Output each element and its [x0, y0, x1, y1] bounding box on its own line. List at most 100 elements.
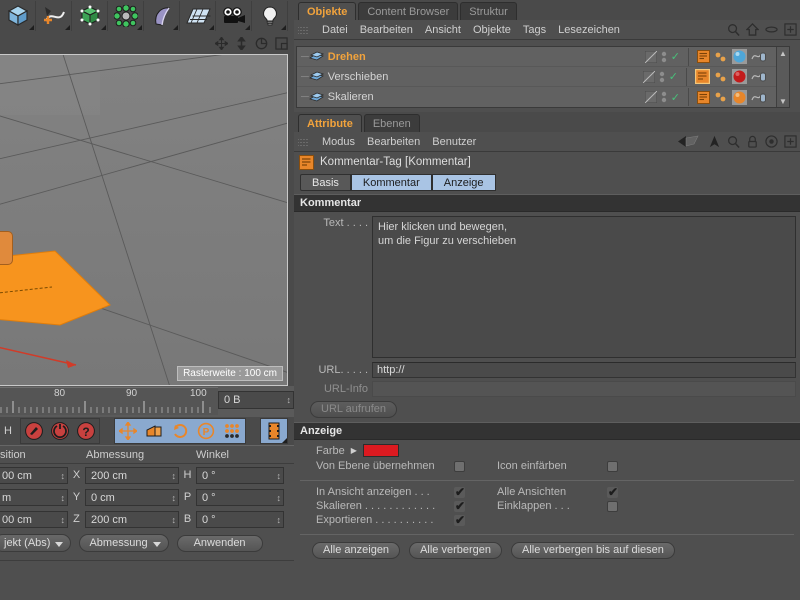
enabled-check-icon[interactable]: ✓: [671, 91, 680, 104]
comment-tag-icon[interactable]: [697, 50, 710, 63]
panel-grip[interactable]: [298, 136, 308, 147]
visibility-toggle-icon[interactable]: [661, 51, 667, 63]
menu-bearbeiten[interactable]: Bearbeiten: [367, 136, 420, 148]
apply-button[interactable]: Anwenden: [176, 534, 263, 552]
angle-h-field[interactable]: 0 °: [196, 466, 284, 484]
scroll-up-arrow[interactable]: ▲: [777, 47, 789, 59]
light-icon[interactable]: [252, 1, 288, 31]
view-layout-icon[interactable]: [275, 36, 288, 50]
exportieren-checkbox[interactable]: [454, 513, 465, 527]
farbe-color-swatch[interactable]: [362, 444, 399, 457]
keyframe-help-icon[interactable]: ?: [73, 419, 99, 443]
object-list-scrollbar[interactable]: ▲ ▼: [776, 47, 789, 107]
table-row[interactable]: ─ Verschieben ✓: [297, 67, 789, 87]
panel-grip[interactable]: [298, 24, 308, 35]
url-info-input[interactable]: [372, 381, 796, 397]
visibility-dots-icon[interactable]: [642, 70, 655, 83]
material-tag-icon[interactable]: [732, 69, 747, 84]
coordinate-mode-dropdown[interactable]: jekt (Abs): [0, 534, 72, 552]
search-icon[interactable]: [727, 135, 740, 148]
texture-dots-icon[interactable]: [714, 91, 728, 103]
menu-tags[interactable]: Tags: [523, 24, 546, 36]
comment-tag-icon-selected[interactable]: [695, 69, 710, 84]
table-row[interactable]: ─ Skalieren ✓: [297, 87, 789, 107]
url-input[interactable]: http://: [372, 362, 796, 378]
icon-einfaerben-checkbox[interactable]: [607, 460, 618, 472]
point-level-icon[interactable]: [219, 419, 245, 443]
tab-content-browser[interactable]: Content Browser: [358, 2, 459, 20]
menu-objekte[interactable]: Objekte: [473, 24, 511, 36]
size-x-field[interactable]: 200 cm: [85, 466, 179, 484]
autokey-icon[interactable]: [47, 419, 73, 443]
chevron-right-icon[interactable]: ▶: [351, 446, 357, 455]
menu-lesezeichen[interactable]: Lesezeichen: [558, 24, 620, 36]
array-icon[interactable]: [108, 1, 144, 31]
plus-icon[interactable]: [784, 23, 797, 36]
position-x-field[interactable]: 00 cm: [0, 466, 68, 484]
position-y-field[interactable]: m: [0, 488, 68, 506]
material-tag-icon[interactable]: [732, 49, 747, 64]
alle-verbergen-bis-auf-diesen-button[interactable]: Alle verbergen bis auf diesen: [511, 542, 675, 559]
eye-icon[interactable]: [765, 23, 778, 36]
angle-b-field[interactable]: 0 °: [196, 510, 284, 528]
subtab-kommentar[interactable]: Kommentar: [350, 174, 432, 191]
record-icon[interactable]: [21, 419, 47, 443]
parameter-key-icon[interactable]: P: [193, 419, 219, 443]
rotation-key-icon[interactable]: [167, 419, 193, 443]
skalieren-checkbox[interactable]: [454, 499, 465, 513]
einklappen-checkbox[interactable]: [607, 500, 618, 512]
visibility-toggle-icon[interactable]: [661, 91, 667, 103]
url-aufrufen-button[interactable]: URL aufrufen: [310, 401, 398, 418]
search-icon[interactable]: [727, 23, 740, 36]
table-row[interactable]: ─ Drehen ✓: [297, 47, 789, 67]
home-icon[interactable]: [746, 23, 759, 36]
dynamics-tag-icon[interactable]: [751, 50, 767, 63]
subtab-basis[interactable]: Basis: [300, 174, 351, 191]
von-ebene-checkbox[interactable]: [454, 460, 465, 472]
menu-ansicht[interactable]: Ansicht: [425, 24, 461, 36]
object-list[interactable]: ─ Drehen ✓ ─ Verschieben ✓ ─ Skalieren ✓…: [296, 46, 790, 108]
spline-pen-icon[interactable]: [36, 1, 72, 31]
target-icon[interactable]: [765, 135, 778, 148]
deformer-grid-icon[interactable]: [180, 1, 216, 31]
rotate-icon[interactable]: [255, 37, 268, 50]
dynamics-tag-icon[interactable]: [751, 70, 767, 83]
alle-ansichten-checkbox[interactable]: [607, 485, 618, 499]
scale-icon[interactable]: [235, 36, 248, 50]
size-z-field[interactable]: 200 cm: [85, 510, 179, 528]
comment-text-area[interactable]: Hier klicken und bewegen, um die Figur z…: [372, 216, 796, 358]
tab-struktur[interactable]: Struktur: [460, 2, 517, 20]
viewport-3d[interactable]: ...egen, ...eren Rasterweite : 100 cm: [0, 54, 288, 386]
texture-dots-icon[interactable]: [714, 71, 728, 83]
visibility-dots-icon[interactable]: [644, 50, 657, 63]
timeline-ruler[interactable]: 80 90 100: [0, 387, 218, 415]
enabled-check-icon[interactable]: ✓: [671, 50, 680, 63]
menu-bearbeiten[interactable]: Bearbeiten: [360, 24, 413, 36]
up-arrow-icon[interactable]: [708, 135, 721, 148]
texture-dots-icon[interactable]: [714, 51, 728, 63]
position-z-field[interactable]: 00 cm: [0, 510, 68, 528]
plus-icon[interactable]: [784, 135, 797, 148]
size-mode-dropdown[interactable]: Abmessung: [79, 534, 169, 552]
alle-verbergen-button[interactable]: Alle verbergen: [409, 542, 502, 559]
menu-benutzer[interactable]: Benutzer: [432, 136, 476, 148]
tab-objekte[interactable]: Objekte: [298, 2, 357, 20]
visibility-dots-icon[interactable]: [644, 91, 657, 103]
in-ansicht-checkbox[interactable]: [454, 485, 465, 499]
move-icon[interactable]: [215, 36, 228, 50]
back-arrow-icon[interactable]: [678, 135, 702, 148]
tab-ebenen[interactable]: Ebenen: [363, 114, 420, 132]
scale-key-icon[interactable]: [141, 419, 167, 443]
menu-modus[interactable]: Modus: [322, 136, 355, 148]
lock-icon[interactable]: [746, 135, 759, 148]
size-y-field[interactable]: 0 cm: [85, 488, 179, 506]
wireframe-cube-icon[interactable]: [72, 1, 108, 31]
comment-tag-icon[interactable]: [697, 90, 710, 104]
nurbs-icon[interactable]: [144, 1, 180, 31]
visibility-toggle-icon[interactable]: [659, 71, 665, 83]
scroll-down-arrow[interactable]: ▼: [777, 95, 789, 107]
material-tag-icon[interactable]: [732, 89, 747, 105]
menu-datei[interactable]: Datei: [322, 24, 348, 36]
tab-attribute[interactable]: Attribute: [298, 114, 362, 132]
camera-icon[interactable]: [216, 1, 252, 31]
